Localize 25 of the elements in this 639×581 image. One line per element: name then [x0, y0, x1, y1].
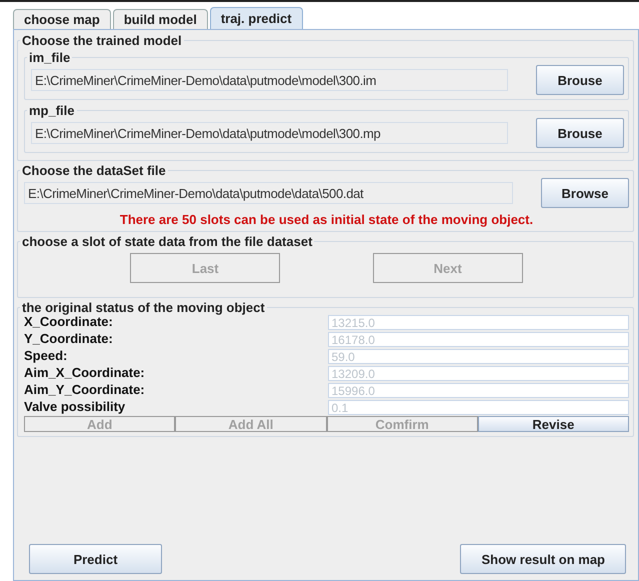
group-title: mp_file [28, 103, 76, 118]
path-field[interactable]: E:\CrimeMiner\CrimeMiner-Demo\data\putmode\model\300.mp [31, 122, 508, 144]
field-label: Y_Coordinate: [24, 332, 114, 347]
action-button[interactable]: Predict [29, 544, 162, 574]
tab[interactable]: build model [112, 9, 208, 29]
action-button[interactable]: Revise [478, 416, 629, 432]
field-label: Speed: [24, 349, 68, 364]
group-title: im_file [28, 50, 72, 65]
field-label: Aim_Y_Coordinate: [24, 383, 146, 398]
tab[interactable]: traj. predict [210, 7, 303, 29]
path-field[interactable]: E:\CrimeMiner\CrimeMiner-Demo\data\putmode\model\300.im [31, 69, 508, 91]
browse-button[interactable]: Brouse [536, 118, 624, 148]
status-message: There are 50 slots can be used as initial state of the moving object. [118, 212, 534, 227]
group-title: choose a slot of state data from the file dataset [21, 234, 314, 249]
group-title: Choose the trained model [21, 33, 183, 48]
browse-button[interactable]: Browse [541, 178, 629, 208]
action-button[interactable]: Show result on map [460, 544, 626, 574]
field-label: X_Coordinate: [24, 315, 114, 330]
tab[interactable]: choose map [13, 9, 111, 29]
field-label: Valve possibility [24, 400, 126, 415]
group-title: Choose the dataSet file [21, 163, 167, 178]
group-title: the original status of the moving object [21, 300, 266, 315]
browse-button[interactable]: Brouse [536, 65, 624, 95]
field-label: Aim_X_Coordinate: [24, 366, 146, 381]
path-field[interactable]: E:\CrimeMiner\CrimeMiner-Demo\data\putmode\data\500.dat [24, 182, 513, 204]
